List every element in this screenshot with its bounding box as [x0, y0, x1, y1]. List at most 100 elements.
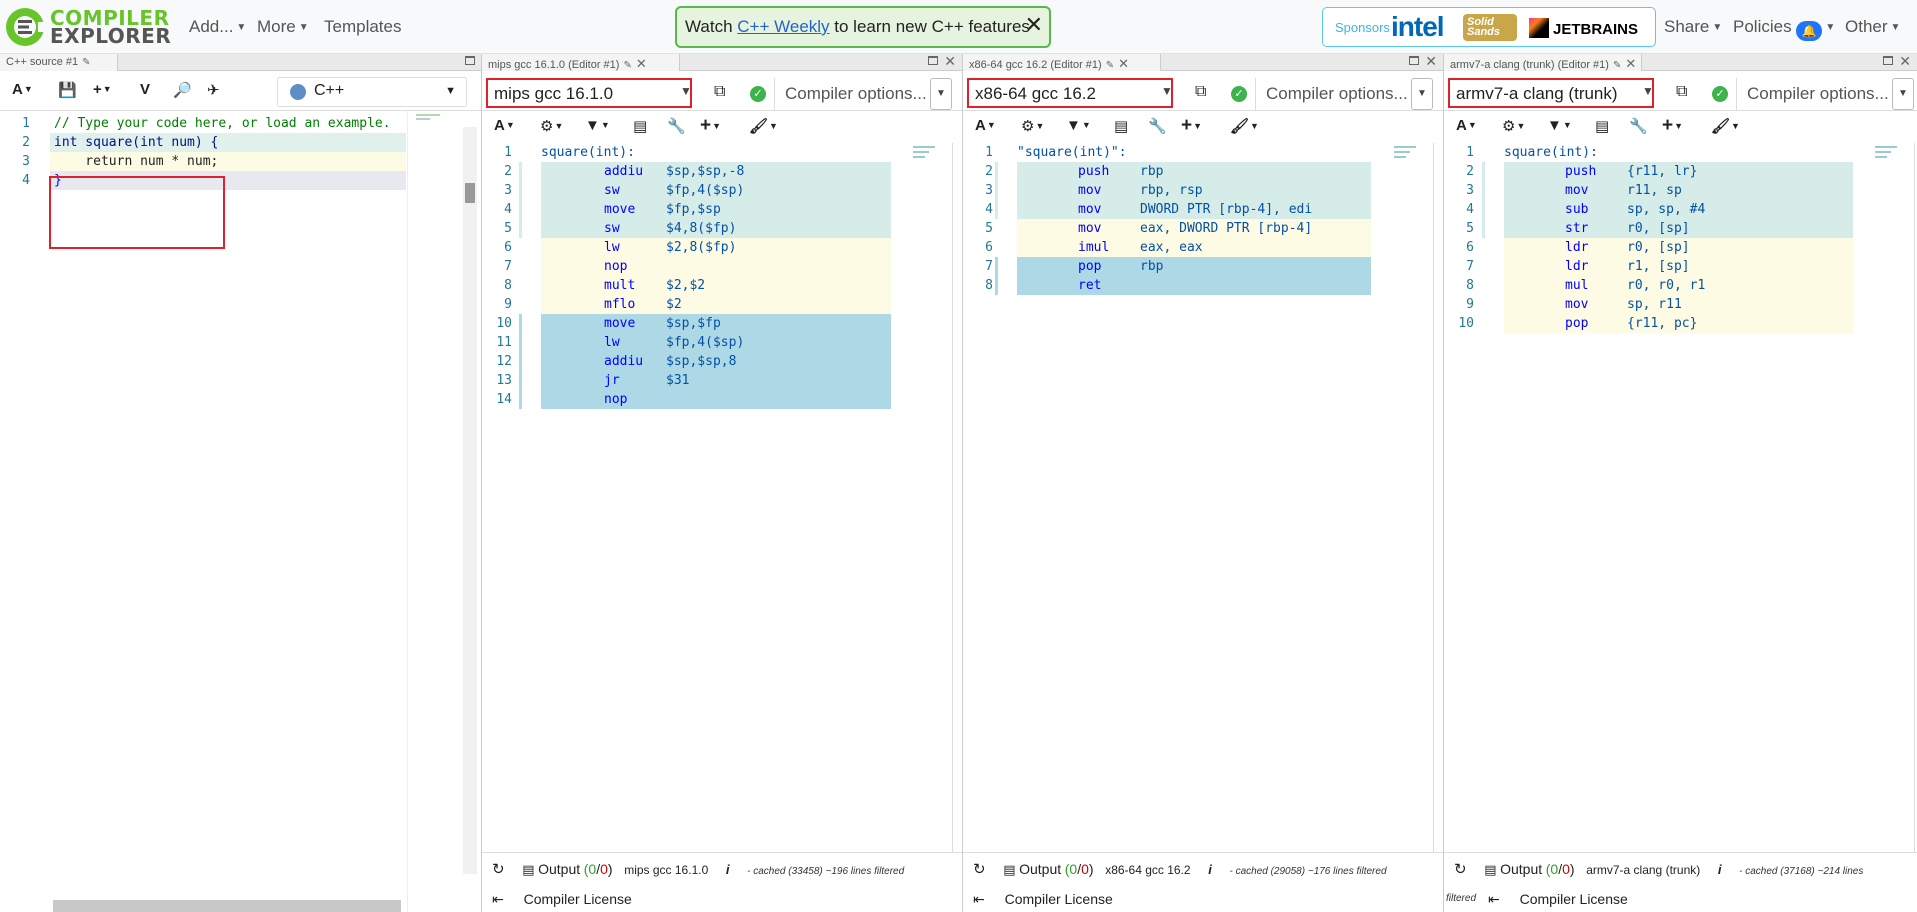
horizontal-scrollbar[interactable] [53, 900, 401, 912]
libraries-icon[interactable]: ▤ [1595, 117, 1609, 135]
filter-icon[interactable]: ▼▼ [1547, 117, 1572, 134]
refresh-icon[interactable]: ↻ [492, 861, 505, 878]
more-menu[interactable]: More ▼ [257, 17, 309, 37]
compiler-options-input[interactable]: Compiler options... [1736, 78, 1890, 110]
close-icon[interactable]: ✕ [944, 53, 956, 70]
language-select[interactable]: C++ ▼ [277, 77, 467, 107]
maximize-icon[interactable] [1883, 56, 1893, 65]
pencil-icon[interactable]: ✎ [623, 60, 631, 71]
wrench-icon[interactable]: 🔧 [1148, 117, 1167, 135]
policies-menu[interactable]: Policies 🔔 ▼ [1733, 17, 1835, 41]
options-dropdown-icon[interactable]: ▼ [1892, 78, 1914, 110]
tab-compiler[interactable]: mips gcc 16.1.0 (Editor #1) ✎ ✕ [482, 54, 680, 71]
close-tab-icon[interactable]: ✕ [1118, 56, 1129, 71]
options-dropdown-icon[interactable]: ▼ [930, 78, 952, 110]
compiler-picker[interactable]: armv7-a clang (trunk) [1448, 78, 1654, 108]
filter-icon[interactable]: ▼▼ [1066, 117, 1091, 134]
asm-mnemonic: mul [1565, 278, 1589, 293]
compiler-license-link[interactable]: Compiler License [1520, 891, 1628, 907]
asm-mnemonic: mov [1565, 183, 1589, 198]
tab-compiler[interactable]: x86-64 gcc 16.2 (Editor #1) ✎ ✕ [963, 54, 1161, 71]
wrench-icon[interactable]: 🔧 [667, 117, 686, 135]
asm-mnemonic: move [604, 316, 636, 331]
popout-icon[interactable]: ⧉ [1195, 83, 1206, 101]
pencil-icon[interactable]: ✎ [82, 57, 90, 68]
brush-icon[interactable]: 🖌▼ [1230, 117, 1259, 135]
editor-scrollbar[interactable] [463, 127, 477, 874]
maximize-icon[interactable] [928, 56, 938, 65]
font-size-icon[interactable]: A▼ [975, 117, 996, 134]
line-number: 4 [22, 173, 30, 188]
compiler-pane-mips: mips gcc 16.1.0 (Editor #1) ✎ ✕ ✕ mips gcc… [482, 53, 963, 912]
popout-icon[interactable]: ⧉ [1676, 83, 1687, 101]
filter-icon[interactable]: ▼▼ [585, 117, 610, 134]
settings-gear-icon[interactable]: ⚙▼ [1502, 117, 1525, 135]
libraries-icon[interactable]: ▤ [1114, 117, 1128, 135]
close-banner-icon[interactable]: ✕ [1025, 14, 1043, 36]
add-tool-icon[interactable]: +▼ [700, 115, 721, 137]
add-tool-icon[interactable]: +▼ [1662, 115, 1683, 137]
other-menu[interactable]: Other ▼ [1845, 17, 1900, 37]
maximize-icon[interactable] [465, 56, 475, 65]
compiler-explorer-logo[interactable]: COMPILER EXPLORER [4, 4, 171, 48]
refresh-icon[interactable]: ↻ [973, 861, 986, 878]
info-icon[interactable]: i [726, 862, 730, 877]
chevron-down-icon[interactable]: ▼ [1161, 84, 1173, 98]
tab-cpp-source[interactable]: C++ source #1 ✎ [0, 54, 118, 71]
refresh-icon[interactable]: ↻ [1454, 861, 1467, 878]
add-menu[interactable]: Add... ▼ [189, 17, 246, 37]
brush-icon[interactable]: 🖌▼ [1711, 117, 1740, 135]
line-number: 1 [1466, 145, 1474, 160]
share-menu[interactable]: Share ▼ [1664, 17, 1722, 37]
font-size-icon[interactable]: A▼ [1456, 117, 1477, 134]
asm-mnemonic: lw [604, 335, 620, 350]
compiler-picker[interactable]: x86-64 gcc 16.2 [967, 78, 1173, 108]
output-button[interactable]: ▤ Output (0/0) [1003, 861, 1094, 877]
popout-icon[interactable]: ⧉ [714, 83, 725, 101]
search-icon[interactable]: 🔎 [173, 81, 192, 99]
save-icon[interactable]: 💾 [58, 81, 77, 99]
compiler-toolbar: mips gcc 16.1.0 ▼ ⧉ ✓ Compiler options..… [482, 71, 962, 111]
output-button[interactable]: ▤ Output (0/0) [522, 861, 612, 877]
tab-compiler[interactable]: armv7-a clang (trunk) (Editor #1) ✎ ✕ [1444, 54, 1642, 71]
font-size-icon[interactable]: A▼ [12, 81, 33, 98]
asm-mnemonic: nop [604, 259, 628, 274]
settings-gear-icon[interactable]: ⚙▼ [1021, 117, 1044, 135]
policies-label: Policies [1733, 17, 1792, 36]
compiler-picker[interactable]: mips gcc 16.1.0 [486, 78, 692, 108]
chevron-down-icon[interactable]: ▼ [1642, 84, 1654, 98]
close-icon[interactable]: ✕ [1899, 53, 1911, 70]
templates-link[interactable]: Templates [324, 17, 401, 37]
compiler-license-link[interactable]: Compiler License [1005, 891, 1113, 907]
run-icon[interactable]: ✈ [207, 81, 220, 99]
maximize-icon[interactable] [1409, 56, 1419, 65]
banner-suffix: to learn new C++ features [829, 17, 1030, 36]
compiler-license-link[interactable]: Compiler License [524, 891, 632, 907]
libraries-icon[interactable]: ▤ [633, 117, 647, 135]
font-size-icon[interactable]: A▼ [494, 117, 515, 134]
chevron-down-icon[interactable]: ▼ [680, 84, 692, 98]
asm-mnemonic: ldr [1565, 240, 1589, 255]
output-button[interactable]: ▤ Output (0/0) [1484, 861, 1574, 877]
brush-icon[interactable]: 🖌▼ [749, 117, 778, 135]
compiler-options-input[interactable]: Compiler options... [774, 78, 928, 110]
info-icon[interactable]: i [1208, 862, 1212, 877]
tab-label: armv7-a clang (trunk) (Editor #1) [1450, 59, 1609, 71]
add-new-icon[interactable]: +▼ [93, 81, 112, 98]
pencil-icon[interactable]: ✎ [1613, 60, 1621, 71]
wrench-icon[interactable]: 🔧 [1629, 117, 1648, 135]
pencil-icon[interactable]: ✎ [1106, 60, 1114, 71]
vim-mode-icon[interactable]: V [140, 81, 150, 98]
add-tool-icon[interactable]: +▼ [1181, 115, 1202, 137]
cpp-weekly-link[interactable]: C++ Weekly [737, 17, 829, 36]
close-tab-icon[interactable]: ✕ [1625, 56, 1636, 71]
line-number: 2 [22, 135, 30, 150]
close-icon[interactable]: ✕ [1425, 53, 1437, 70]
output-counts: (0/0) [1064, 861, 1094, 877]
settings-gear-icon[interactable]: ⚙▼ [540, 117, 563, 135]
info-icon[interactable]: i [1718, 862, 1722, 877]
compiler-options-input[interactable]: Compiler options... [1255, 78, 1409, 110]
close-tab-icon[interactable]: ✕ [636, 56, 647, 71]
options-dropdown-icon[interactable]: ▼ [1411, 78, 1433, 110]
sponsors-box[interactable]: Sponsors intel Solid Sands JETBRAINS [1322, 7, 1656, 47]
